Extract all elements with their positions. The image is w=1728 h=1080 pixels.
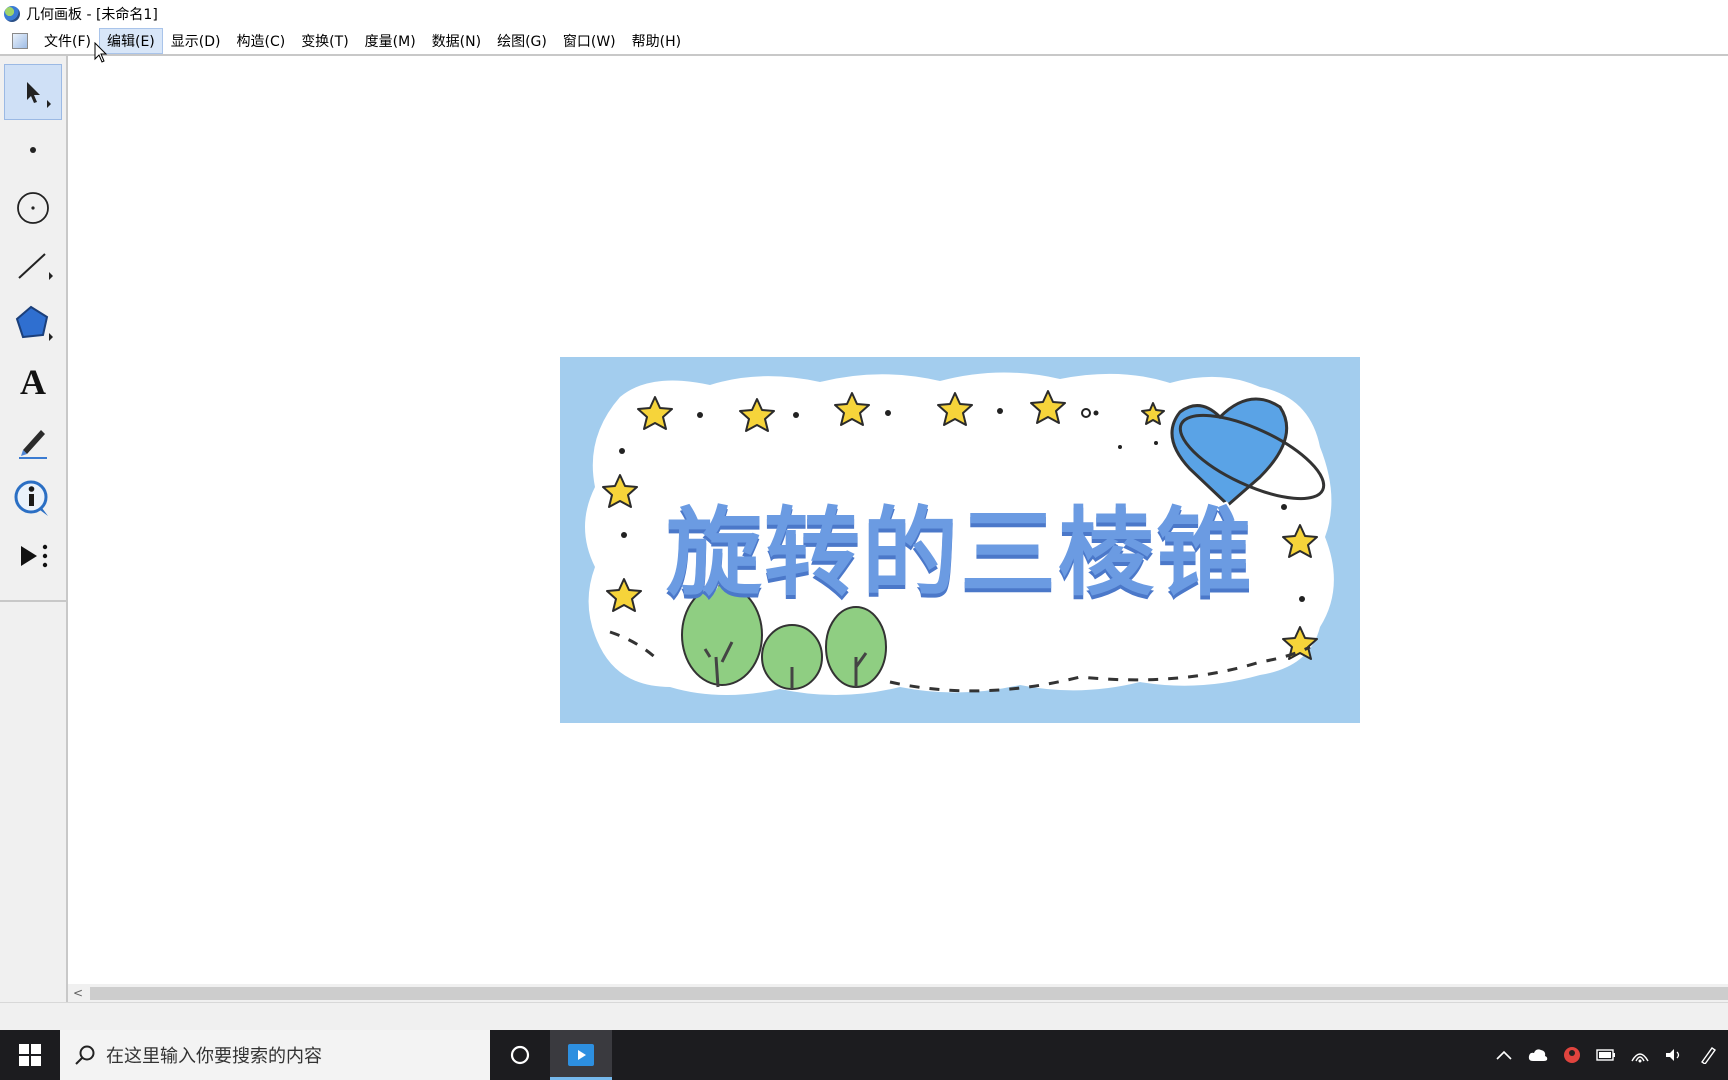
polygon-icon	[15, 305, 53, 341]
polygon-tool[interactable]	[4, 296, 62, 352]
taskbar-search-box[interactable]: 在这里输入你要搜索的内容	[60, 1030, 490, 1080]
text-tool[interactable]: A	[4, 354, 62, 410]
start-button[interactable]	[0, 1030, 60, 1080]
horizontal-scrollbar[interactable]: <	[68, 984, 1728, 1002]
menu-transform[interactable]: 变换(T)	[293, 28, 356, 54]
chevron-up-icon[interactable]	[1494, 1045, 1514, 1065]
text-A-icon: A	[20, 362, 46, 402]
toolbox: A	[0, 56, 68, 602]
search-placeholder: 在这里输入你要搜索的内容	[106, 1046, 322, 1067]
menu-window[interactable]: 窗口(W)	[555, 28, 624, 54]
banner-title: 旋转的三棱锥	[664, 495, 1254, 611]
wifi-icon[interactable]	[1630, 1045, 1650, 1065]
media-player-icon	[568, 1043, 594, 1066]
menu-bar: 文件(F) 编辑(E) 显示(D) 构造(C) 变换(T) 度量(M) 数据(N…	[0, 28, 1728, 56]
canvas-divider	[66, 600, 68, 1005]
svg-text:A: A	[20, 362, 46, 402]
menu-graph[interactable]: 绘图(G)	[489, 28, 555, 54]
status-bar	[0, 1002, 1728, 1031]
point-icon	[30, 147, 36, 153]
menu-help[interactable]: 帮助(H)	[624, 28, 689, 54]
system-tray	[1494, 1045, 1728, 1065]
task-view-button[interactable]	[490, 1030, 550, 1080]
info-icon	[14, 480, 48, 516]
app-logo-icon	[4, 6, 20, 22]
document-icon[interactable]	[12, 33, 28, 49]
menu-data[interactable]: 数据(N)	[424, 28, 489, 54]
taskbar-app-media[interactable]	[550, 1030, 612, 1080]
window-title: 几何画板 - [未命名1]	[26, 7, 158, 23]
circle-icon	[17, 192, 49, 224]
custom-tool[interactable]	[4, 528, 62, 584]
compass-tool[interactable]	[4, 180, 62, 236]
battery-icon[interactable]	[1596, 1045, 1616, 1065]
menu-edit[interactable]: 编辑(E)	[98, 28, 163, 54]
volume-icon[interactable]	[1664, 1045, 1684, 1065]
arrow-select-tool[interactable]	[4, 64, 62, 120]
search-icon	[75, 1045, 95, 1065]
arrow-icon	[27, 82, 51, 108]
cortana-circle-icon	[510, 1045, 530, 1065]
menu-display[interactable]: 显示(D)	[163, 28, 229, 54]
scrollbar-thumb[interactable]	[90, 987, 1728, 1000]
toolbox-empty-area	[0, 602, 66, 1005]
menu-measure[interactable]: 度量(M)	[357, 28, 424, 54]
app-badge-icon[interactable]	[1562, 1045, 1582, 1065]
cloud-icon[interactable]	[1528, 1045, 1548, 1065]
windows-logo-icon	[19, 1044, 41, 1066]
point-tool[interactable]	[4, 122, 62, 178]
menu-construct[interactable]: 构造(C)	[228, 28, 293, 54]
pen-icon[interactable]	[1698, 1045, 1718, 1065]
marker-pen-icon	[19, 430, 47, 459]
information-tool[interactable]	[4, 470, 62, 526]
marker-tool[interactable]	[4, 412, 62, 468]
mouse-cursor-icon	[94, 42, 108, 63]
window-titlebar: 几何画板 - [未命名1]	[0, 0, 1728, 28]
scroll-left-arrow[interactable]: <	[68, 984, 88, 1002]
line-segment-icon	[18, 253, 53, 280]
windows-taskbar: 在这里输入你要搜索的内容	[0, 1030, 1728, 1080]
banner-image[interactable]: 旋转的三棱锥	[560, 357, 1360, 723]
menu-file[interactable]: 文件(F)	[36, 28, 99, 54]
straightedge-tool[interactable]	[4, 238, 62, 294]
play-menu-icon	[21, 544, 48, 568]
